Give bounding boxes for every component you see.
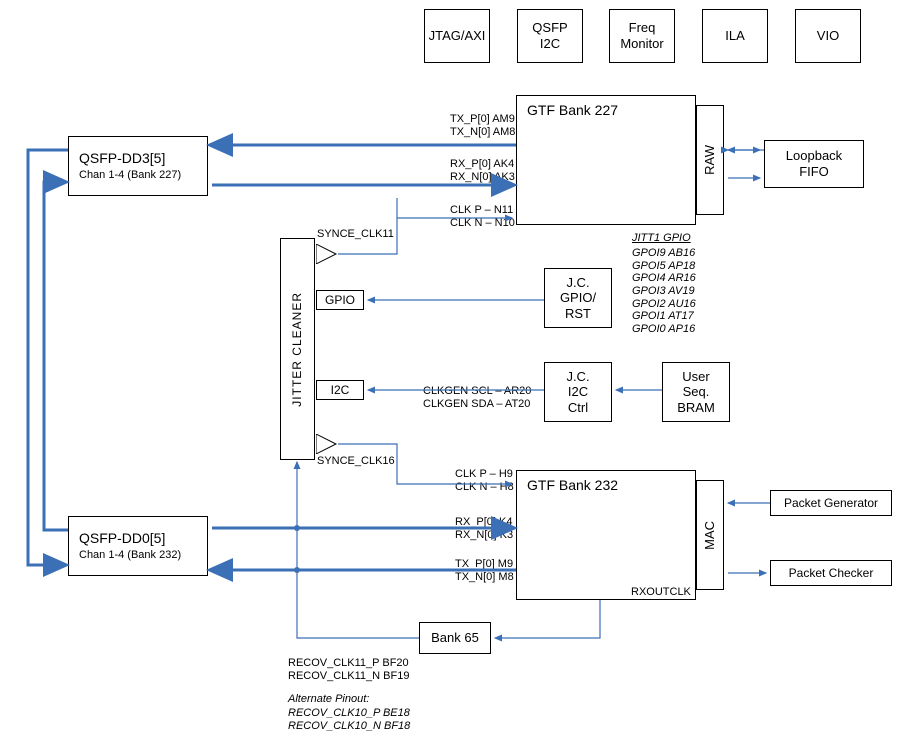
qsfp-dd3-box: QSFP-DD3[5] Chan 1-4 (Bank 227) xyxy=(68,136,208,196)
user-seq-bram-label: User Seq. BRAM xyxy=(677,369,715,416)
qsfp-dd3-subtitle: Chan 1-4 (Bank 227) xyxy=(79,169,181,182)
qsfp-dd0-box: QSFP-DD0[5] Chan 1-4 (Bank 232) xyxy=(68,516,208,576)
bank65-box: Bank 65 xyxy=(419,622,491,654)
alt-pinout-label: RECOV_CLK10_P BE18 RECOV_CLK10_N BF18 xyxy=(288,707,410,732)
jc-i2c-sub: I2C xyxy=(316,380,364,400)
packet-generator-box: Packet Generator xyxy=(770,490,892,516)
ila-label: ILA xyxy=(725,28,745,44)
jc-i2c-sub-label: I2C xyxy=(331,383,350,397)
jitter-cleaner-box: JITTER CLEANER xyxy=(280,238,315,460)
freq-monitor-label: Freq Monitor xyxy=(620,20,663,51)
tx232-label: TX_P[0] M9 TX_N[0] M8 xyxy=(455,558,514,583)
jtag-axi-box: JTAG/AXI xyxy=(424,9,490,63)
jc-gpio-sub-label: GPIO xyxy=(325,293,355,307)
synce-clk11-buffer-icon xyxy=(316,244,338,269)
qsfp-i2c-label: QSFP I2C xyxy=(532,20,567,51)
qsfp-dd0-subtitle: Chan 1-4 (Bank 232) xyxy=(79,549,181,562)
gtf227-raw-block: RAW xyxy=(696,105,724,215)
freq-monitor-box: Freq Monitor xyxy=(609,9,675,63)
loopback-fifo-label: Loopback FIFO xyxy=(786,148,842,179)
gtf-bank-232-box: GTF Bank 232 xyxy=(516,470,696,600)
jc-gpio-rst-label: J.C. GPIO/ RST xyxy=(560,275,596,322)
jc-i2c-ctrl-label: J.C. I2C Ctrl xyxy=(566,369,589,416)
tx227-label: TX_P[0] AM9 TX_N[0] AM8 xyxy=(450,113,515,138)
rx227-label: RX_P[0] AK4 RX_N[0] AK3 xyxy=(450,158,515,183)
jc-i2c-ctrl-box: J.C. I2C Ctrl xyxy=(544,362,612,422)
qsfp-i2c-box: QSFP I2C xyxy=(517,9,583,63)
jitt1-gpio-title: JITT1 GPIO xyxy=(632,232,691,245)
bank65-label: Bank 65 xyxy=(431,630,479,646)
gtf227-raw-label: RAW xyxy=(702,145,718,175)
loopback-fifo-box: Loopback FIFO xyxy=(764,140,864,188)
gtf232-mac-block: MAC xyxy=(696,480,724,590)
jc-gpio-rst-box: J.C. GPIO/ RST xyxy=(544,268,612,328)
synce-clk11-label: SYNCE_CLK11 xyxy=(317,228,394,241)
rx232-label: RX_P[0] K4 RX_N[0] K3 xyxy=(455,516,513,541)
rxoutclk-label: RXOUTCLK xyxy=(631,586,691,599)
jtag-axi-label: JTAG/AXI xyxy=(429,28,486,44)
ila-box: ILA xyxy=(702,9,768,63)
jitter-cleaner-label: JITTER CLEANER xyxy=(290,292,304,407)
gtf232-mac-label: MAC xyxy=(702,521,718,550)
gtf-bank-232-title: GTF Bank 232 xyxy=(527,477,618,494)
gtf-bank-227-title: GTF Bank 227 xyxy=(527,102,618,119)
gpoi-list: GPOI9 AB16 GPOI5 AP18 GPOI4 AR16 GPOI3 A… xyxy=(632,247,696,335)
qsfp-dd3-title: QSFP-DD3[5] xyxy=(79,150,165,167)
vio-label: VIO xyxy=(817,28,839,44)
clk232-label: CLK P – H9 CLK N – H8 xyxy=(455,468,514,493)
packet-checker-box: Packet Checker xyxy=(770,560,892,586)
gtf-bank-227-box: GTF Bank 227 xyxy=(516,95,696,225)
user-seq-bram-box: User Seq. BRAM xyxy=(662,362,730,422)
synce-clk16-label: SYNCE_CLK16 xyxy=(317,455,395,468)
clk227-label: CLK P – N11 CLK N – N10 xyxy=(450,204,515,229)
packet-checker-label: Packet Checker xyxy=(789,566,874,580)
packet-generator-label: Packet Generator xyxy=(784,496,878,510)
jc-gpio-sub: GPIO xyxy=(316,290,364,310)
recov-clk11-label: RECOV_CLK11_P BF20 RECOV_CLK11_N BF19 xyxy=(288,657,409,682)
alt-pinout-title: Alternate Pinout: xyxy=(288,693,369,706)
clkgen-label: CLKGEN SCL – AR20 CLKGEN SDA – AT20 xyxy=(423,385,531,410)
vio-box: VIO xyxy=(795,9,861,63)
qsfp-dd0-title: QSFP-DD0[5] xyxy=(79,530,165,547)
